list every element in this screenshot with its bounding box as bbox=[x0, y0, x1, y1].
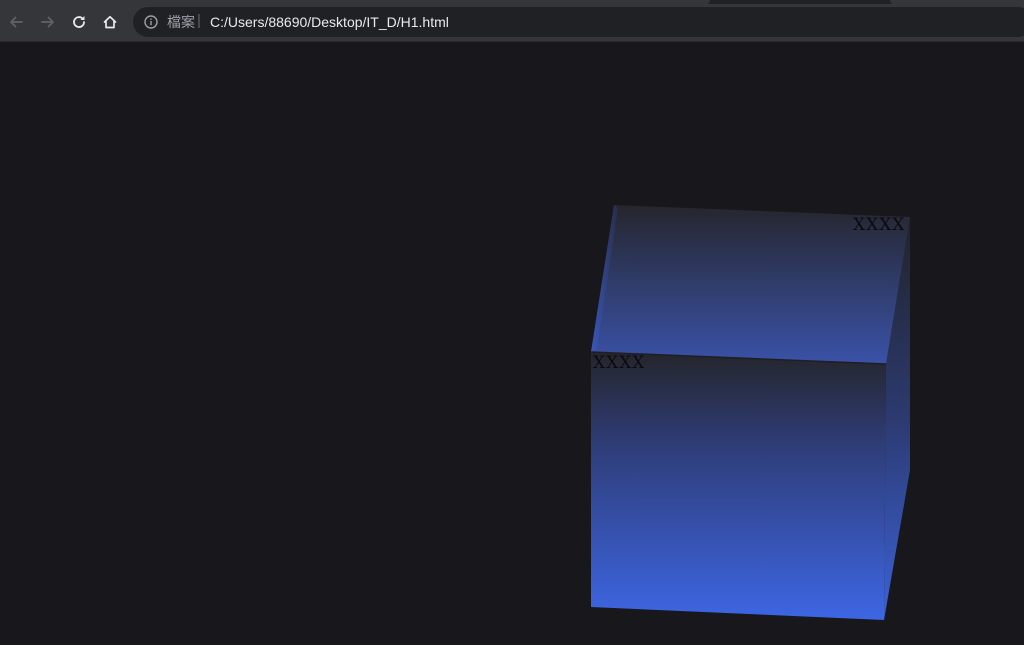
active-tab-edge bbox=[0, 0, 710, 4]
url-text[interactable]: C:/Users/88690/Desktop/IT_D/H1.html bbox=[210, 13, 449, 31]
security-label: 檔案 bbox=[167, 14, 195, 30]
browser-toolbar: 檔案 | C:/Users/88690/Desktop/IT_D/H1.html bbox=[0, 0, 1024, 42]
cube-scene: XXXX XXXX bbox=[590, 205, 910, 620]
address-separator: | bbox=[197, 12, 201, 29]
arrow-left-icon bbox=[8, 14, 24, 30]
home-button[interactable] bbox=[98, 10, 122, 34]
home-icon bbox=[102, 14, 118, 30]
reload-icon bbox=[71, 14, 87, 30]
tab-strip-edge bbox=[0, 0, 1024, 4]
address-bar[interactable]: 檔案 | C:/Users/88690/Desktop/IT_D/H1.html bbox=[133, 7, 1024, 37]
forward-button[interactable] bbox=[36, 10, 60, 34]
arrow-right-icon bbox=[40, 14, 56, 30]
inactive-tab-edge bbox=[890, 0, 1024, 4]
top-face-label: XXXX bbox=[853, 215, 905, 235]
info-circle-icon[interactable] bbox=[143, 14, 159, 30]
back-button[interactable] bbox=[4, 10, 28, 34]
page-content: XXXX XXXX bbox=[0, 42, 1024, 645]
cube-front-face bbox=[591, 352, 886, 620]
front-face-label: XXXX bbox=[593, 353, 645, 373]
reload-button[interactable] bbox=[67, 10, 91, 34]
